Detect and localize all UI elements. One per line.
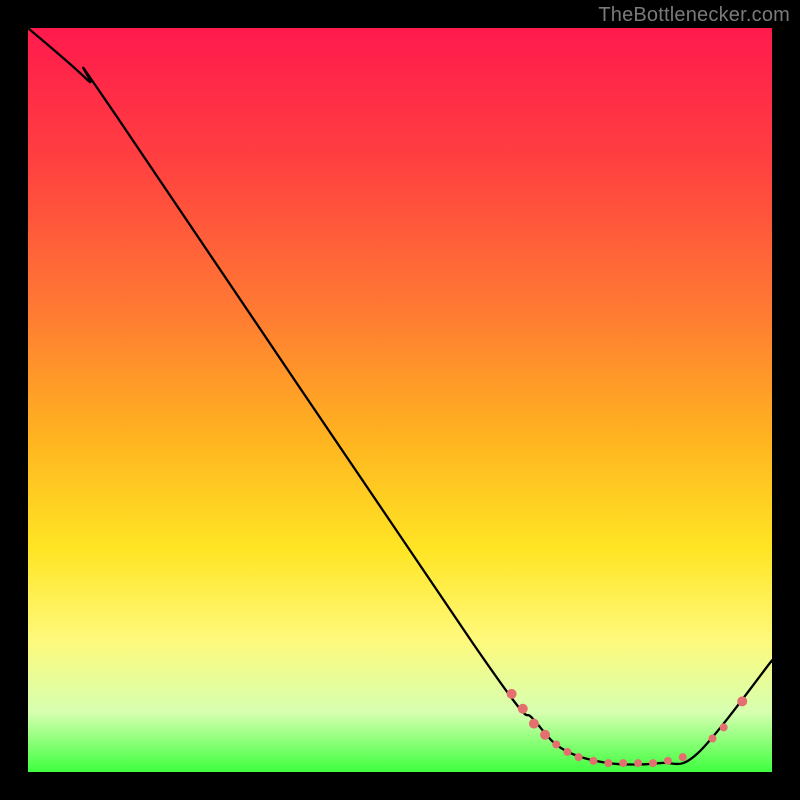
data-marker [589,757,597,765]
data-marker [552,740,560,748]
data-marker [737,696,747,706]
data-marker [518,704,528,714]
data-marker [529,719,539,729]
data-marker [679,753,687,761]
data-marker [664,757,672,765]
bottleneck-curve [28,28,772,765]
chart-svg [28,28,772,772]
data-marker [507,689,517,699]
data-marker [604,759,612,767]
attribution-text: TheBottlenecker.com [598,4,790,27]
chart-stage: TheBottlenecker.com [0,0,800,800]
data-marker [563,748,571,756]
plot-area [28,28,772,772]
curve-layer [28,28,772,765]
data-marker [649,759,657,767]
data-marker [540,730,550,740]
data-marker [708,735,716,743]
data-marker [720,723,728,731]
data-marker [634,759,642,767]
data-marker [575,753,583,761]
data-marker [619,759,627,767]
marker-layer [507,689,748,767]
